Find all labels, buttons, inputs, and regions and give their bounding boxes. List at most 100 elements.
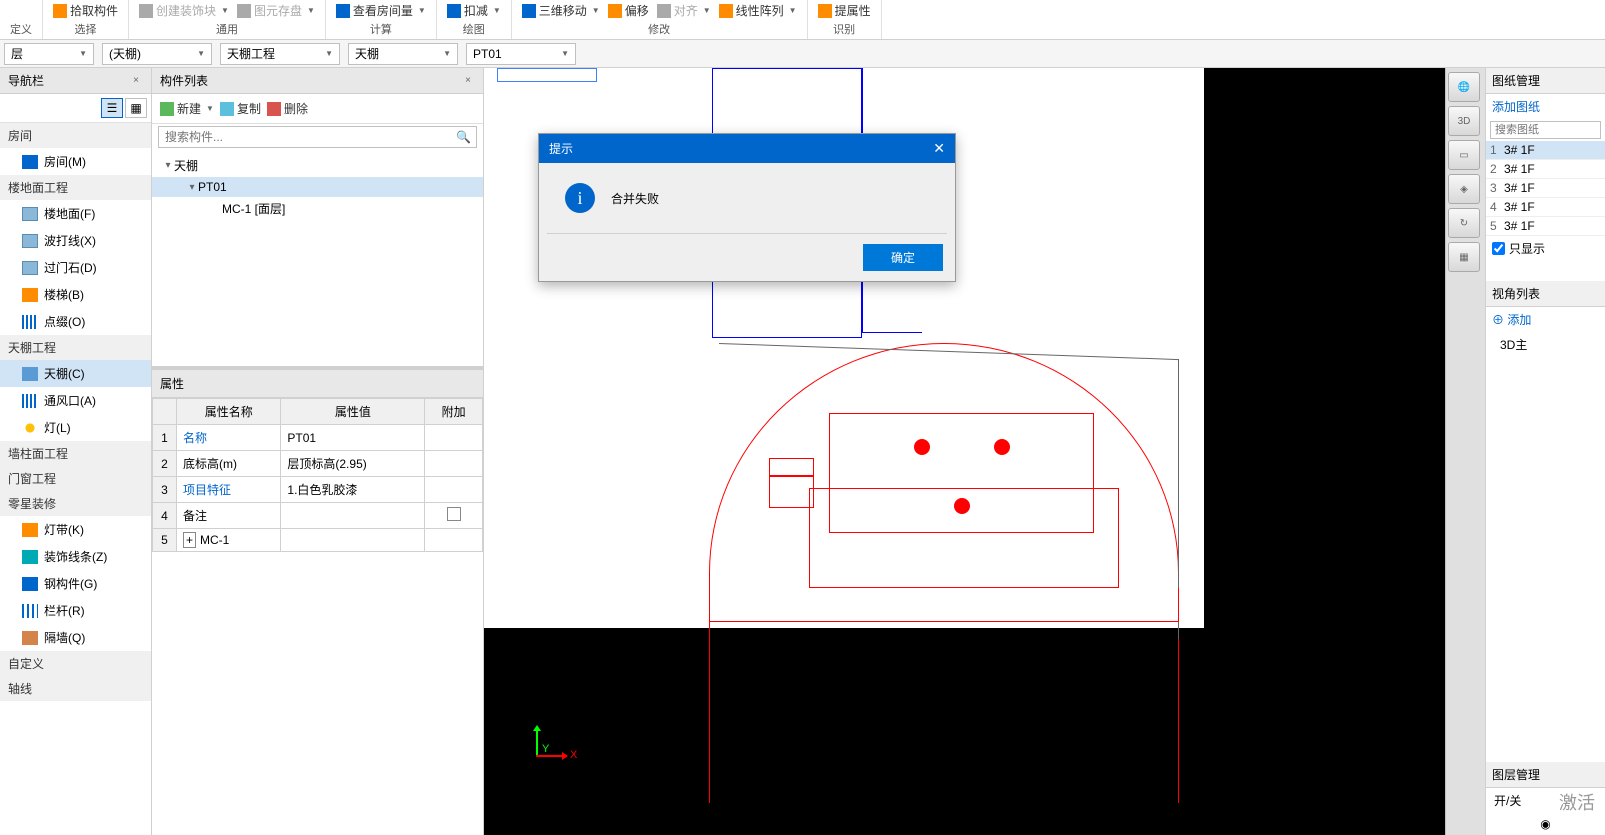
nav-tree: 房间房间(M)楼地面工程楼地面(F)波打线(X)过门石(D)楼梯(B)点缀(O)… bbox=[0, 123, 151, 835]
tree-row[interactable]: ▾PT01 bbox=[152, 177, 483, 197]
nav-panel-header: 导航栏 × bbox=[0, 68, 151, 94]
nav-item[interactable]: 天棚(C) bbox=[0, 360, 151, 387]
view-3d-button[interactable]: 3D bbox=[1448, 106, 1480, 136]
dialog-footer: 确定 bbox=[539, 234, 955, 281]
nav-close-icon[interactable]: × bbox=[129, 74, 143, 88]
list-item[interactable]: 53# 1F bbox=[1486, 217, 1605, 236]
nav-group[interactable]: 房间 bbox=[0, 123, 151, 148]
selector[interactable]: 天棚工程▼ bbox=[220, 43, 340, 65]
list-view-button[interactable]: ☰ bbox=[101, 98, 123, 118]
nav-item[interactable]: 钢构件(G) bbox=[0, 570, 151, 597]
component-header: 构件列表 × bbox=[152, 68, 483, 94]
row-header bbox=[153, 399, 177, 425]
nav-item[interactable]: 楼地面(F) bbox=[0, 200, 151, 227]
search-icon[interactable]: 🔍 bbox=[456, 130, 471, 144]
dialog-body: i 合并失败 bbox=[547, 163, 947, 234]
nav-item[interactable]: 波打线(X) bbox=[0, 227, 151, 254]
message-dialog: 提示 ✕ i 合并失败 确定 bbox=[538, 133, 956, 282]
show-only-check[interactable]: 只显示 bbox=[1486, 236, 1605, 261]
dialog-titlebar[interactable]: 提示 ✕ bbox=[539, 134, 955, 163]
table-row[interactable]: 3项目特征1.白色乳胶漆 bbox=[153, 477, 483, 503]
component-toolbar: 新建▼ 复制 删除 bbox=[152, 94, 483, 124]
dialog-message: 合并失败 bbox=[611, 190, 659, 207]
list-item[interactable]: 33# 1F bbox=[1486, 179, 1605, 198]
delete-button[interactable]: 删除 bbox=[267, 100, 308, 117]
ribbon-item[interactable]: 扣减▼ bbox=[447, 2, 501, 19]
nav-item[interactable]: 点缀(O) bbox=[0, 308, 151, 335]
nav-item[interactable]: 栏杆(R) bbox=[0, 597, 151, 624]
add-view-link[interactable]: ⊕ 添加 bbox=[1486, 307, 1605, 332]
nav-item[interactable]: 灯(L) bbox=[0, 414, 151, 441]
view-grid-button[interactable]: ▦ bbox=[1448, 242, 1480, 272]
col-name: 属性名称 bbox=[177, 399, 281, 425]
table-row[interactable]: 2底标高(m)层顶标高(2.95) bbox=[153, 451, 483, 477]
ribbon-item[interactable]: 偏移 bbox=[608, 2, 649, 19]
nav-group[interactable]: 自定义 bbox=[0, 651, 151, 676]
grid-view-button[interactable]: ▦ bbox=[125, 98, 147, 118]
axis-x-label: X bbox=[570, 749, 577, 761]
nav-item[interactable]: 灯带(K) bbox=[0, 516, 151, 543]
axis-y-label: Y bbox=[542, 743, 549, 755]
dialog-close-icon[interactable]: ✕ bbox=[933, 140, 945, 157]
component-title: 构件列表 bbox=[160, 72, 208, 89]
view-top-button[interactable]: ▭ bbox=[1448, 140, 1480, 170]
ribbon-item[interactable]: 拾取构件 bbox=[53, 2, 118, 19]
dialog-title-text: 提示 bbox=[549, 140, 573, 157]
nav-item[interactable]: 隔墙(Q) bbox=[0, 624, 151, 651]
selector[interactable]: (天棚)▼ bbox=[102, 43, 212, 65]
ribbon-item[interactable]: 线性阵列▼ bbox=[719, 2, 797, 19]
selector[interactable]: 层▼ bbox=[4, 43, 94, 65]
nav-item[interactable]: 装饰线条(Z) bbox=[0, 543, 151, 570]
list-item[interactable]: 13# 1F bbox=[1486, 141, 1605, 160]
list-item[interactable]: 43# 1F bbox=[1486, 198, 1605, 217]
ribbon-item[interactable]: 三维移动▼ bbox=[522, 2, 600, 19]
nav-item[interactable]: 楼梯(B) bbox=[0, 281, 151, 308]
tree-row[interactable]: MC-1 [面层] bbox=[152, 197, 483, 220]
table-row[interactable]: 4备注 bbox=[153, 503, 483, 529]
drawing-search-input[interactable] bbox=[1490, 121, 1601, 139]
ribbon-item[interactable]: 提属性 bbox=[818, 2, 871, 19]
ribbon-item[interactable]: 查看房间量▼ bbox=[336, 2, 426, 19]
nav-group[interactable]: 门窗工程 bbox=[0, 466, 151, 491]
view-buttons: ☰ ▦ bbox=[0, 94, 151, 123]
right-panel: 图纸管理 添加图纸 13# 1F23# 1F33# 1F43# 1F53# 1F… bbox=[1485, 68, 1605, 835]
list-item[interactable]: 23# 1F bbox=[1486, 160, 1605, 179]
selector[interactable]: 天棚▼ bbox=[348, 43, 458, 65]
search-box: 🔍 bbox=[158, 126, 477, 148]
view-iso-button[interactable]: ◈ bbox=[1448, 174, 1480, 204]
ribbon: 定义拾取构件选择创建装饰块▼图元存盘▼通用查看房间量▼计算扣减▼绘图三维移动▼偏… bbox=[0, 0, 1605, 40]
new-button[interactable]: 新建▼ bbox=[160, 100, 214, 117]
layer-visibility-icon[interactable]: ◉ bbox=[1486, 813, 1605, 835]
view-toolbar: 🌐 3D ▭ ◈ ↻ ▦ bbox=[1445, 68, 1485, 835]
component-tree: ▾天棚▾PT01MC-1 [面层] bbox=[152, 150, 483, 370]
copy-button[interactable]: 复制 bbox=[220, 100, 261, 117]
layer-mgmt-title: 图层管理 bbox=[1486, 762, 1605, 788]
tree-row[interactable]: ▾天棚 bbox=[152, 154, 483, 177]
nav-group[interactable]: 零星装修 bbox=[0, 491, 151, 516]
drawing-mgmt-title: 图纸管理 bbox=[1486, 68, 1605, 94]
properties-title: 属性 bbox=[152, 370, 483, 398]
nav-item[interactable]: 房间(M) bbox=[0, 148, 151, 175]
ribbon-item: 对齐▼ bbox=[657, 2, 711, 19]
nav-panel: 导航栏 × ☰ ▦ 房间房间(M)楼地面工程楼地面(F)波打线(X)过门石(D)… bbox=[0, 68, 152, 835]
col-value: 属性值 bbox=[281, 399, 425, 425]
nav-group[interactable]: 楼地面工程 bbox=[0, 175, 151, 200]
nav-item[interactable]: 通风口(A) bbox=[0, 387, 151, 414]
view-3d-item[interactable]: 3D主 bbox=[1486, 332, 1605, 357]
component-close-icon[interactable]: × bbox=[461, 74, 475, 88]
table-row[interactable]: 5+MC-1 bbox=[153, 529, 483, 552]
view-globe-button[interactable]: 🌐 bbox=[1448, 72, 1480, 102]
ok-button[interactable]: 确定 bbox=[863, 244, 943, 271]
nav-title: 导航栏 bbox=[8, 72, 44, 89]
search-input[interactable] bbox=[158, 126, 477, 148]
table-row[interactable]: 1名称PT01 bbox=[153, 425, 483, 451]
add-drawing-link[interactable]: 添加图纸 bbox=[1486, 94, 1605, 119]
nav-item[interactable]: 过门石(D) bbox=[0, 254, 151, 281]
selector-bar: 层▼ (天棚)▼ 天棚工程▼ 天棚▼ PT01▼ bbox=[0, 40, 1605, 68]
view-rotate-button[interactable]: ↻ bbox=[1448, 208, 1480, 238]
nav-group[interactable]: 天棚工程 bbox=[0, 335, 151, 360]
info-icon: i bbox=[565, 183, 595, 213]
nav-group[interactable]: 墙柱面工程 bbox=[0, 441, 151, 466]
nav-group[interactable]: 轴线 bbox=[0, 676, 151, 701]
selector[interactable]: PT01▼ bbox=[466, 43, 576, 65]
